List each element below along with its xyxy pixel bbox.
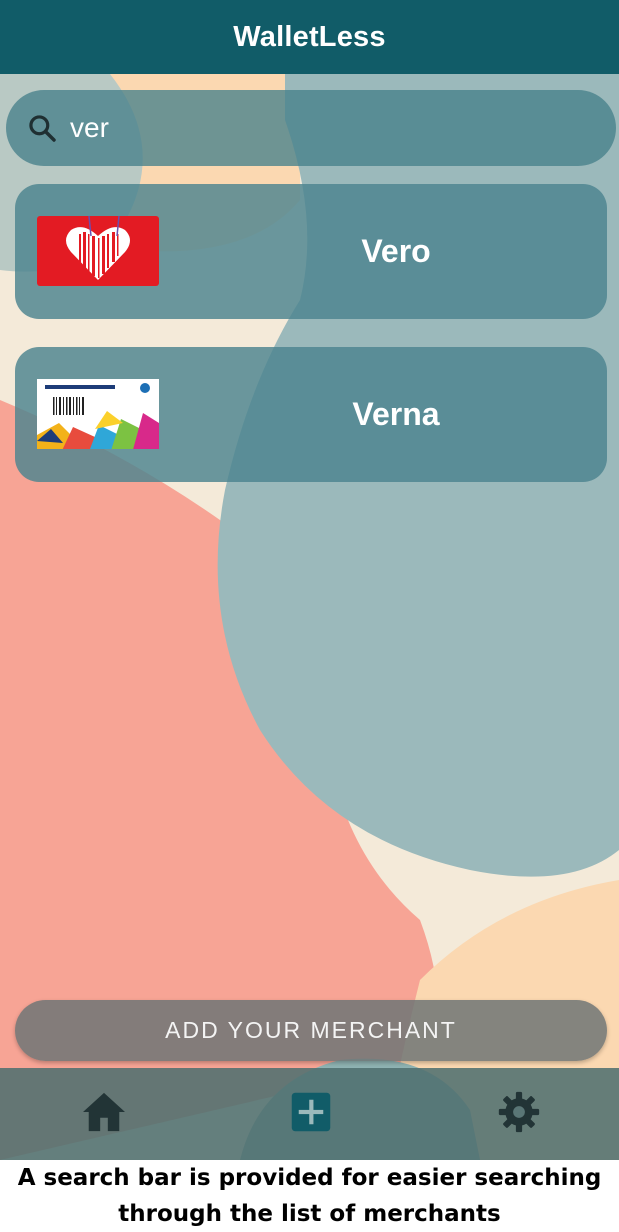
search-icon — [14, 90, 70, 166]
search-bar[interactable] — [6, 90, 616, 166]
gear-icon — [497, 1090, 541, 1139]
add-merchant-button[interactable]: ADD YOUR MERCHANT — [15, 1000, 607, 1061]
vero-card-image — [37, 216, 159, 286]
merchant-name: Vero — [361, 233, 431, 269]
merchant-name: Verna — [352, 396, 440, 432]
add-box-icon — [290, 1091, 332, 1138]
nav-home[interactable] — [54, 1068, 154, 1160]
add-merchant-label: ADD YOUR MERCHANT — [165, 1017, 457, 1043]
search-input[interactable] — [70, 98, 550, 158]
home-icon — [81, 1091, 127, 1138]
nav-add[interactable] — [261, 1068, 361, 1160]
bottom-navigation — [0, 1068, 619, 1160]
nav-settings[interactable] — [469, 1068, 569, 1160]
caption: A search bar is provided for easier sear… — [0, 1160, 619, 1232]
caption-text: A search bar is provided for easier sear… — [17, 1165, 602, 1227]
merchant-card[interactable]: Vero — [15, 184, 607, 319]
verna-card-image — [37, 379, 159, 449]
merchant-card[interactable]: Verna — [15, 347, 607, 482]
background-blobs — [0, 74, 619, 1160]
app-screen: WalletLess ver Vero Verna ADD YOUR MERCH… — [0, 0, 619, 1160]
app-bar: WalletLess — [0, 0, 619, 74]
app-title: WalletLess — [233, 20, 386, 53]
